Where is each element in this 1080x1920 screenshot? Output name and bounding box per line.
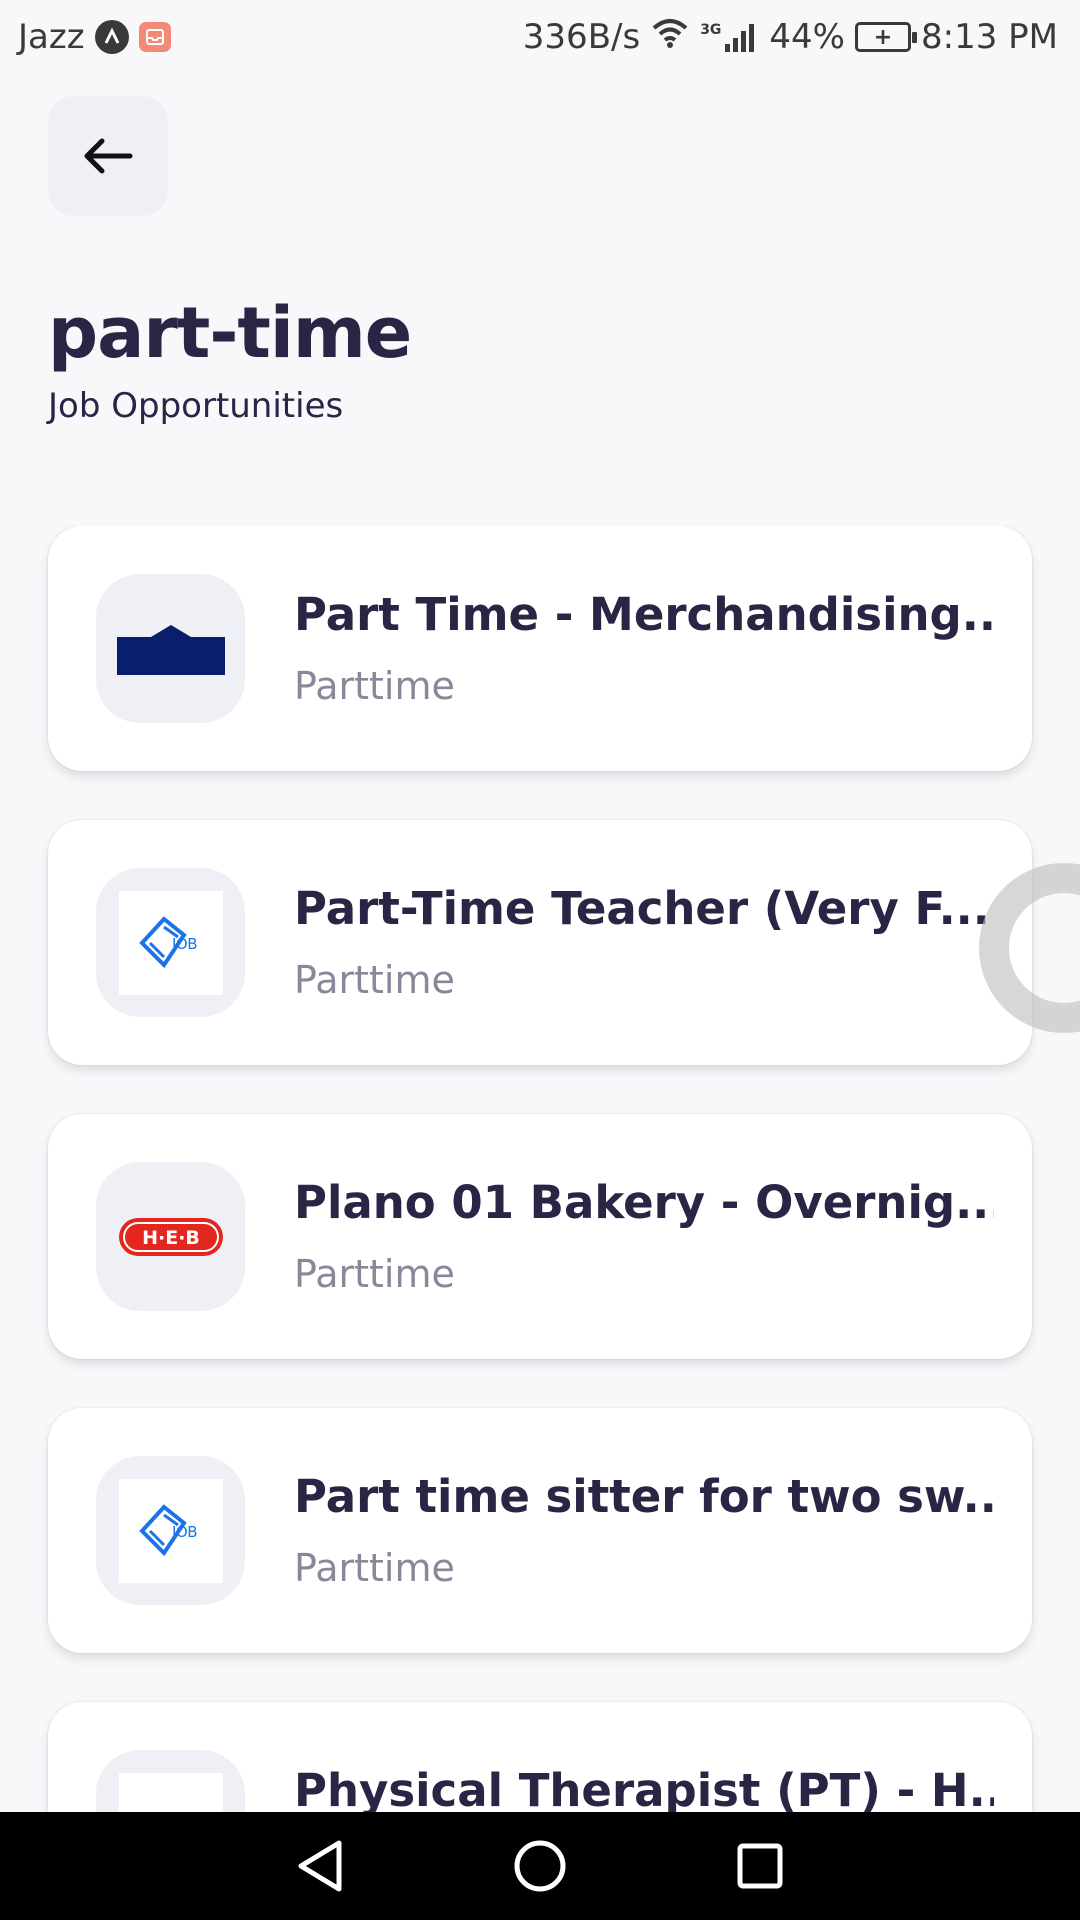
screen: Jazz 336B/s 3G 44% + 8:13 PM part-time J… [0, 0, 1080, 1920]
company-logo-icon [118, 1772, 223, 1812]
svg-text:JOB: JOB [171, 1523, 197, 1541]
square-recents-icon [737, 1843, 783, 1889]
inbox-notification-icon [138, 22, 171, 52]
arrow-left-icon [84, 138, 133, 174]
triangle-back-icon [298, 1840, 342, 1892]
company-logo: H·E·B [96, 1162, 245, 1311]
heb-logo-icon: H·E·B [118, 1217, 223, 1256]
job-title: Part time sitter for two sw... [294, 1470, 994, 1523]
job-card[interactable]: H·E·B Plano 01 Bakery - Overnig... Partt… [48, 1114, 1032, 1359]
company-building-logo-icon [116, 624, 225, 675]
job-type: Parttime [294, 1252, 455, 1296]
job-type: Parttime [294, 958, 455, 1002]
battery-percent: 44% [769, 17, 845, 57]
clock: 8:13 PM [921, 17, 1058, 57]
nav-home-button[interactable] [505, 1831, 575, 1901]
nav-recents-button[interactable] [725, 1831, 795, 1901]
company-logo: JOB [96, 868, 245, 1017]
job-card[interactable]: Part Time - Merchandising... Parttime [48, 526, 1032, 771]
system-nav-bar [0, 1812, 1080, 1920]
status-bar: Jazz 336B/s 3G 44% + 8:13 PM [0, 0, 1080, 74]
job-list[interactable]: Part Time - Merchandising... Parttime JO… [0, 526, 1080, 1812]
scroll-indicator-ring-icon[interactable] [978, 862, 1080, 1034]
job-title: Physical Therapist (PT) - H... [294, 1764, 994, 1812]
job-title: Part Time - Merchandising... [294, 588, 994, 641]
nav-back-button[interactable] [285, 1831, 355, 1901]
job-logo-icon: JOB [138, 1503, 197, 1556]
status-left: Jazz [18, 17, 171, 57]
page-subtitle: Job Opportunities [48, 386, 344, 426]
page-title: part-time [48, 292, 412, 374]
network-speed: 336B/s [522, 17, 641, 57]
job-type: Parttime [294, 664, 455, 708]
job-card[interactable]: JOB Part-Time Teacher (Very F... Parttim… [48, 820, 1032, 1065]
signal-icon: 3G [700, 22, 759, 52]
app-a-icon [94, 20, 129, 54]
job-card[interactable]: JOB Part time sitter for two sw... Partt… [48, 1408, 1032, 1653]
job-card[interactable]: Physical Therapist (PT) - H... Parttime [48, 1702, 1032, 1812]
circle-home-icon [514, 1840, 566, 1892]
job-logo-icon: JOB [138, 915, 197, 968]
company-logo [96, 1750, 245, 1812]
carrier-name: Jazz [18, 17, 85, 57]
back-button[interactable] [48, 96, 168, 216]
network-type: 3G [700, 22, 722, 38]
status-right: 336B/s 3G 44% + 8:13 PM [523, 16, 1058, 59]
company-logo [96, 574, 245, 723]
heb-logo-text: H·E·B [142, 1227, 200, 1249]
svg-text:JOB: JOB [171, 935, 197, 953]
job-title: Plano 01 Bakery - Overnig... [294, 1176, 994, 1229]
job-type: Parttime [294, 1546, 455, 1590]
company-logo: JOB [96, 1456, 245, 1605]
wifi-icon [650, 16, 690, 59]
job-title: Part-Time Teacher (Very F... [294, 882, 990, 935]
battery-charging-icon: + [855, 22, 917, 52]
